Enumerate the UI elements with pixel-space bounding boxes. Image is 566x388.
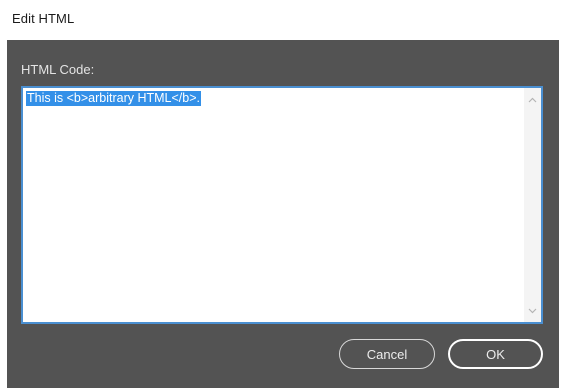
vertical-scrollbar[interactable] xyxy=(524,88,541,322)
chevron-up-icon[interactable] xyxy=(524,91,541,108)
html-code-textarea[interactable]: This is <b>arbitrary HTML</b>. xyxy=(21,86,543,324)
dialog-titlebar: Edit HTML xyxy=(0,0,566,40)
html-code-label: HTML Code: xyxy=(21,62,95,77)
ok-button[interactable]: OK xyxy=(448,339,543,369)
dialog-body: HTML Code: This is <b>arbitrary HTML</b>… xyxy=(7,40,559,388)
edit-html-dialog: Edit HTML HTML Code: This is <b>arbitrar… xyxy=(0,0,566,388)
chevron-down-icon[interactable] xyxy=(524,302,541,319)
dialog-title: Edit HTML xyxy=(12,11,75,26)
cancel-button[interactable]: Cancel xyxy=(339,339,435,369)
html-code-text-selected[interactable]: This is <b>arbitrary HTML</b>. xyxy=(26,91,201,106)
